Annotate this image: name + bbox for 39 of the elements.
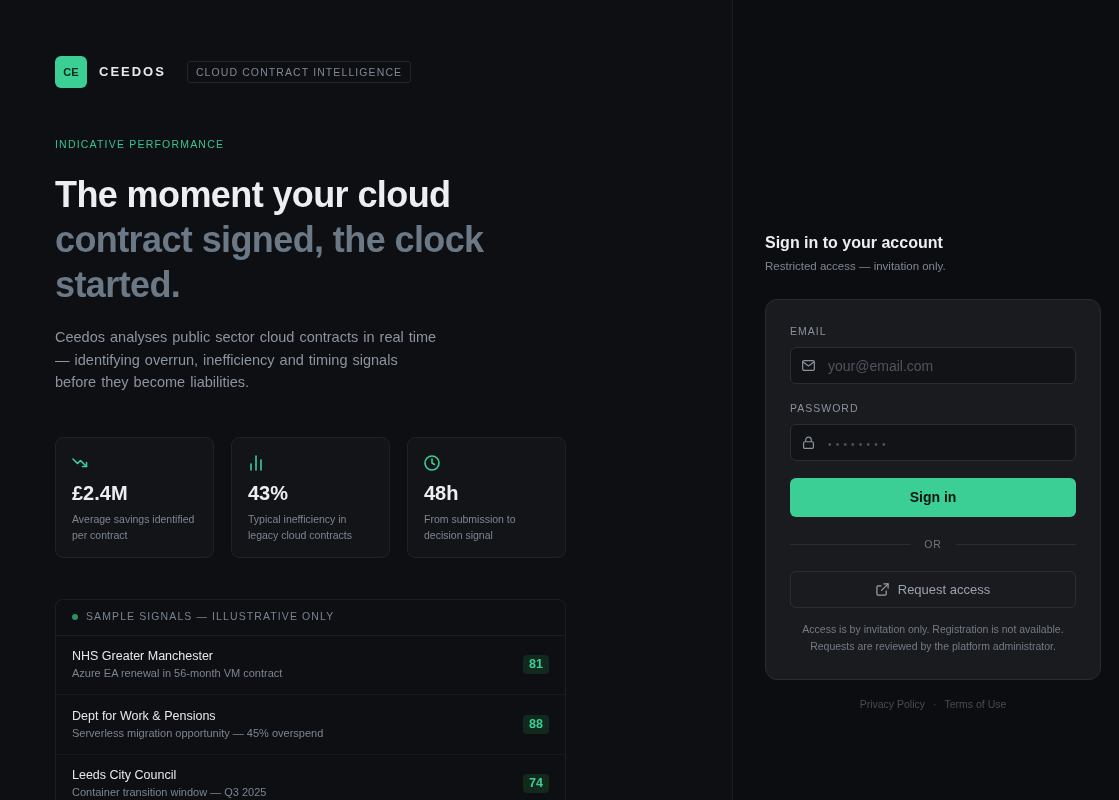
clock-icon [424, 454, 440, 471]
hero-heading: The moment your cloud contract signed, the clock started. [55, 173, 485, 307]
hero-description: Ceedos analyses public sector cloud contracts in real time — identifying overrun, inefficiency and timing signals before they become liabilities. [55, 328, 438, 392]
sign-in-button[interactable]: Sign in [790, 478, 1076, 517]
score-badge: 81 [523, 655, 549, 675]
stat-description: From submission to decision signal [424, 511, 517, 543]
signal-detail: Container transition window — Q3 2025 [72, 785, 267, 800]
access-note: Access is by invitation only. Registration is not available. Requests are reviewed by the platform administrator. [801, 622, 1065, 654]
brand-name: CEEDOS [99, 63, 166, 82]
external-link-icon [875, 583, 889, 596]
signal-title: Leeds City Council [72, 767, 177, 785]
stat-value: 48h [424, 480, 459, 505]
score-badge: 74 [523, 774, 549, 794]
logo: CE [55, 56, 87, 88]
separator-dot: · [933, 697, 937, 712]
signin-subtitle: Restricted access — invitation only. [765, 259, 946, 273]
status-dot-icon [72, 614, 78, 620]
bar-chart-icon [248, 454, 264, 471]
signal-detail: Serverless migration opportunity — 45% overspend [72, 725, 324, 741]
email-field[interactable]: your@email.com [790, 347, 1076, 384]
mail-icon [802, 359, 815, 372]
stat-description: Typical inefficiency in legacy cloud contracts [248, 511, 353, 543]
signal-detail: Azure EA renewal in 56-month VM contract [72, 666, 283, 682]
signal-title: NHS Greater Manchester [72, 648, 214, 666]
signin-heading: Sign in to your account [765, 233, 943, 253]
stat-value: £2.4M [72, 480, 128, 505]
signal-title: Dept for Work & Pensions [72, 707, 216, 725]
section-eyebrow: INDICATIVE PERFORMANCE [55, 138, 225, 150]
tagline-label: CLOUD CONTRACT INTELLIGENCE [186, 61, 412, 83]
field-label: EMAIL [790, 324, 827, 338]
lock-icon [802, 436, 815, 449]
stat-description: Average savings identified per contract [72, 511, 196, 543]
divider-label: OR [924, 538, 942, 550]
password-field[interactable]: •••••••• [790, 424, 1076, 461]
panel-heading: SAMPLE SIGNALS — ILLUSTRATIVE ONLY [86, 609, 335, 625]
stat-value: 43% [248, 480, 289, 505]
score-badge: 88 [523, 714, 549, 734]
field-label: PASSWORD [790, 401, 859, 415]
request-access-button[interactable]: Request access [790, 571, 1076, 608]
